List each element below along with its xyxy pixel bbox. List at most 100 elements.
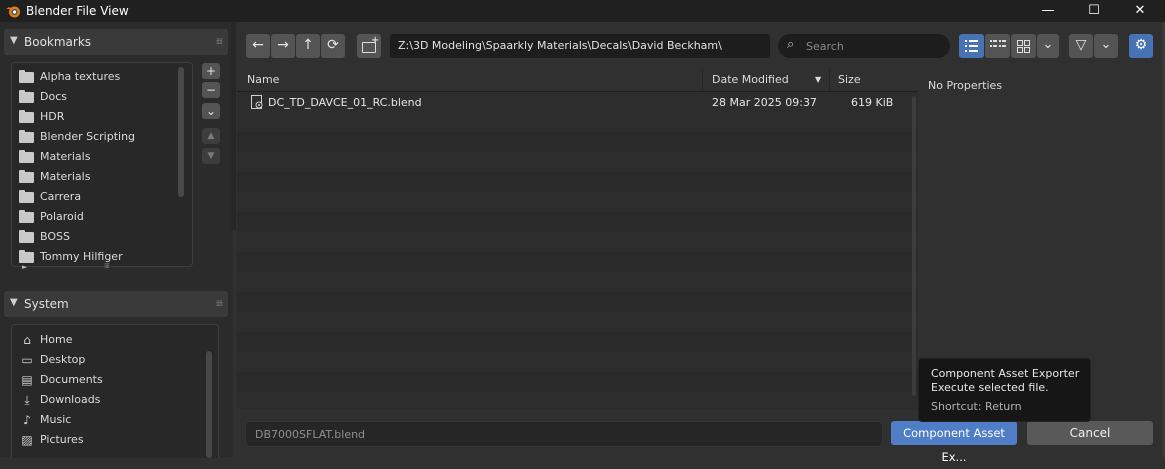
folder-icon [19,250,34,263]
tooltip-description: Execute selected file. [931,381,1049,394]
refresh-button[interactable]: ⟳ [321,34,345,58]
sort-descending-icon[interactable]: ▼ [815,75,821,84]
minimize-button[interactable]: — [1025,0,1071,22]
bookmark-item[interactable]: Carrera [16,187,172,207]
new-folder-button[interactable]: + [357,34,381,58]
no-properties-text: No Properties [928,79,1003,92]
forward-button[interactable]: → [271,34,295,58]
resize-grip-icon[interactable]: ⁞⁞⁞⁞ [104,262,110,270]
bookmark-item[interactable]: BOSS [16,227,172,247]
system-item-downloads[interactable]: ⤓ Downloads [16,390,172,410]
display-settings-dropdown[interactable]: ⌄ [1037,34,1059,58]
search-field[interactable]: ⌕ [778,34,950,58]
directory-path-text: Z:\3D Modeling\Spaarkly Materials\Decals… [398,39,722,52]
execute-button[interactable]: Component Asset Ex... [891,421,1017,464]
folder-icon [19,210,34,223]
file-list-header: Name Date Modified ▼ Size [237,69,918,92]
thumbnails-icon [1017,40,1030,53]
bookmarks-panel-title: Bookmarks [24,35,92,49]
column-date-header[interactable]: Date Modified [712,73,789,86]
file-list-scrollbar[interactable] [912,96,916,396]
tooltip-title: Component Asset Exporter [931,367,1080,380]
search-input[interactable] [804,37,948,55]
column-divider [829,69,830,91]
close-window-button[interactable]: ✕ [1117,0,1163,22]
back-button[interactable]: ← [246,34,270,58]
chevron-down-icon: ▼ [10,297,18,308]
home-icon: ⌂ [23,333,31,347]
folder-icon [19,170,34,183]
empty-row [237,272,918,292]
column-size-header[interactable]: Size [838,73,861,86]
add-bookmark-button[interactable]: + [202,63,220,79]
folder-icon [19,230,34,243]
bookmark-menu-button[interactable]: ⌄ [202,103,220,119]
system-item-documents[interactable]: ▤ Documents [16,370,172,390]
music-icon: ♪ [23,413,31,427]
filter-settings-dropdown[interactable]: ⌄ [1094,34,1118,58]
empty-row [237,352,918,372]
system-item-music[interactable]: ♪ Music [16,410,172,430]
expand-list-icon[interactable]: ► [22,263,27,271]
column-divider [702,69,703,91]
bookmark-item[interactable]: Tommy Hilfiger [16,247,172,267]
bookmark-item[interactable]: Materials [16,167,172,187]
system-item-desktop[interactable]: ▭ Desktop [16,350,172,370]
file-list: Name Date Modified ▼ Size DC_TD_DAVCE_01… [237,69,918,409]
window-title: Blender File View [26,4,129,18]
system-scrollbar[interactable] [206,351,212,458]
empty-row [237,192,918,212]
move-bookmark-up-button[interactable]: ▲ [202,128,220,144]
sidebar: ▼ Bookmarks ⁞⁞⁞⁞ Alpha textures Docs HDR… [0,22,233,458]
column-name-header[interactable]: Name [247,73,279,86]
drag-grip-icon[interactable]: ⁞⁞⁞⁞ [216,299,223,308]
sidebar-scrollbar[interactable] [231,22,236,230]
system-panel-header[interactable]: ▼ System ⁞⁞⁞⁞ [4,291,228,317]
remove-bookmark-button[interactable]: − [202,82,220,98]
bookmark-item[interactable]: Docs [16,87,172,107]
folder-icon [19,190,34,203]
folder-icon [19,90,34,103]
settings-gear-button[interactable]: ⚙ [1129,34,1153,58]
bookmarks-panel-header[interactable]: ▼ Bookmarks ⁞⁞⁞⁞ [4,29,228,55]
bookmark-item[interactable]: HDR [16,107,172,127]
blender-logo-icon [6,6,20,18]
horizontal-list-icon [990,40,1006,47]
display-mode-vertical-list-button[interactable] [959,34,984,58]
title-bar: Blender File View — ☐ ✕ [0,0,1165,22]
bookmark-item[interactable]: Blender Scripting [16,127,172,147]
bookmark-item[interactable]: Materials [16,147,172,167]
desktop-icon: ▭ [21,353,33,367]
display-mode-thumbnails-button[interactable] [1011,34,1036,58]
filter-toggle-button[interactable]: ▽ [1069,34,1093,58]
drag-grip-icon[interactable]: ⁞⁞⁞⁞ [216,37,223,46]
empty-row [237,112,918,132]
parent-directory-button[interactable]: ↑ [296,34,320,58]
bookmarks-scrollbar[interactable] [178,67,184,197]
move-bookmark-down-button[interactable]: ▼ [202,148,220,164]
directory-path-field[interactable]: Z:\3D Modeling\Spaarkly Materials\Decals… [390,34,770,58]
pictures-icon: ▨ [21,433,33,447]
empty-row [237,232,918,252]
search-icon: ⌕ [787,37,795,52]
chevron-down-icon: ▼ [10,35,18,46]
filename-field[interactable] [245,421,883,447]
display-mode-horizontal-list-button[interactable] [985,34,1010,58]
file-date: 28 Mar 2025 09:37 [712,96,817,109]
folder-icon [19,70,34,83]
execute-tooltip: Component Asset Exporter Execute selecte… [918,358,1091,422]
system-item-pictures[interactable]: ▨ Pictures [16,430,172,450]
cancel-button[interactable]: Cancel [1027,421,1153,445]
system-list: ⌂ Home ▭ Desktop ▤ Documents ⤓ Downloads ♪ Mu… [11,324,219,458]
maximize-button[interactable]: ☐ [1071,0,1117,22]
file-row[interactable]: DC_TD_DAVCE_01_RC.blend 28 Mar 2025 09:3… [237,92,918,112]
folder-icon [19,150,34,163]
folder-icon [19,130,34,143]
documents-icon: ▤ [21,373,33,387]
filename-input[interactable] [253,425,857,443]
empty-row [237,392,918,409]
bookmark-item[interactable]: Alpha textures [16,67,172,87]
system-item-home[interactable]: ⌂ Home [16,330,172,350]
vertical-list-icon [965,40,978,52]
bookmark-item[interactable]: Polaroid [16,207,172,227]
